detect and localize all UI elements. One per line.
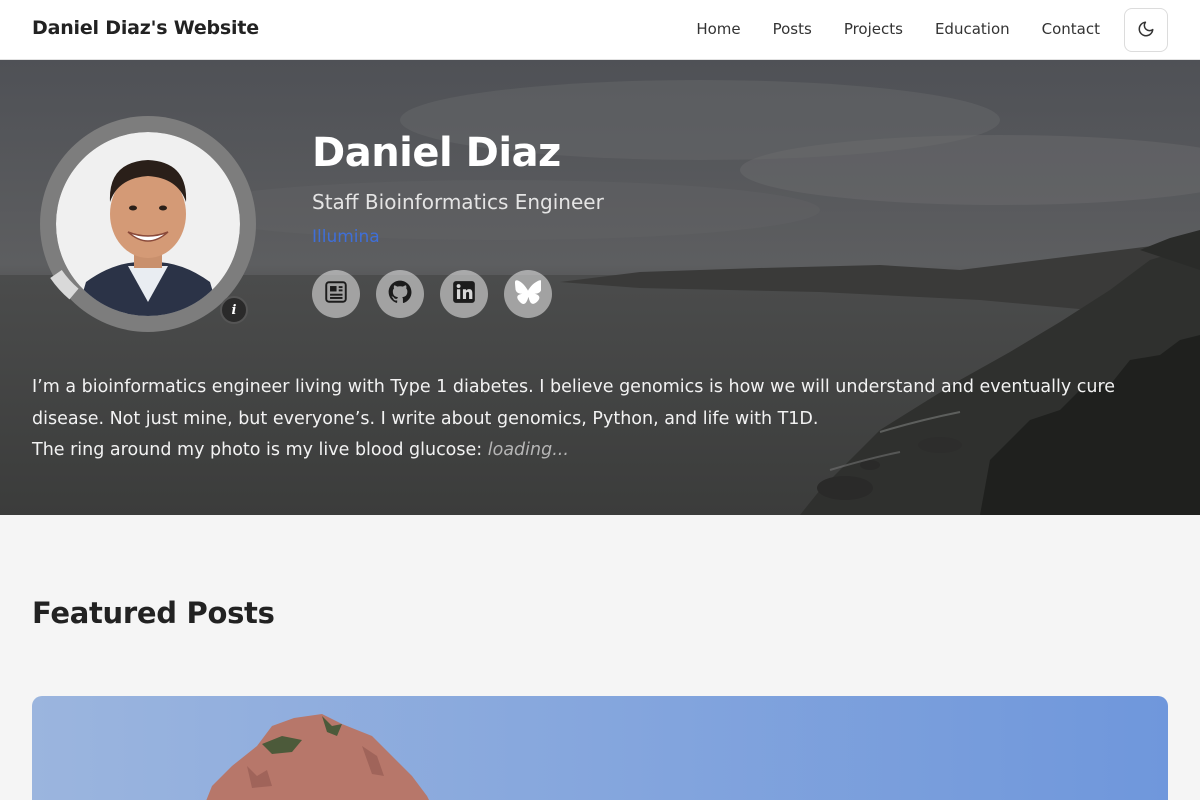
social-links — [312, 270, 552, 318]
bio-intro: I’m a bioinformatics engineer living wit… — [32, 377, 1116, 429]
moon-icon — [1137, 20, 1155, 41]
bio-glucose-line: The ring around my photo is my live bloo… — [32, 435, 1172, 467]
nav-link-home[interactable]: Home — [696, 20, 740, 38]
nav-link-education[interactable]: Education — [935, 20, 1010, 38]
theme-toggle-button[interactable] — [1124, 8, 1168, 52]
glucose-loading-text: loading... — [487, 440, 569, 460]
hero-role: Staff Bioinformatics Engineer — [312, 190, 604, 214]
resume-link[interactable] — [312, 270, 360, 318]
hero-name: Daniel Diaz — [312, 130, 561, 176]
featured-post-image — [32, 696, 1168, 800]
info-badge-button[interactable]: i — [220, 296, 248, 324]
featured-posts-heading: Featured Posts — [32, 596, 275, 630]
site-title[interactable]: Daniel Diaz's Website — [32, 17, 259, 39]
main-nav: Home Posts Projects Education Contact — [696, 20, 1100, 38]
bluesky-icon — [515, 279, 542, 309]
bio: I’m a bioinformatics engineer living wit… — [32, 372, 1172, 467]
hero-section: i Daniel Diaz Staff Bioinformatics Engin… — [0, 60, 1200, 515]
bluesky-link[interactable] — [504, 270, 552, 318]
navbar: Daniel Diaz's Website Home Posts Project… — [0, 0, 1200, 60]
linkedin-link[interactable] — [440, 270, 488, 318]
featured-post-card[interactable] — [32, 696, 1168, 800]
nav-link-posts[interactable]: Posts — [773, 20, 812, 38]
github-link[interactable] — [376, 270, 424, 318]
linkedin-icon — [451, 279, 477, 309]
resume-icon — [323, 279, 349, 309]
nav-link-contact[interactable]: Contact — [1042, 20, 1100, 38]
glucose-ring: i — [40, 116, 256, 332]
avatar — [56, 132, 240, 316]
hero-company-link[interactable]: Illumina — [312, 227, 380, 247]
github-icon — [387, 279, 413, 309]
bio-glucose-text: The ring around my photo is my live bloo… — [32, 440, 488, 460]
nav-link-projects[interactable]: Projects — [844, 20, 903, 38]
